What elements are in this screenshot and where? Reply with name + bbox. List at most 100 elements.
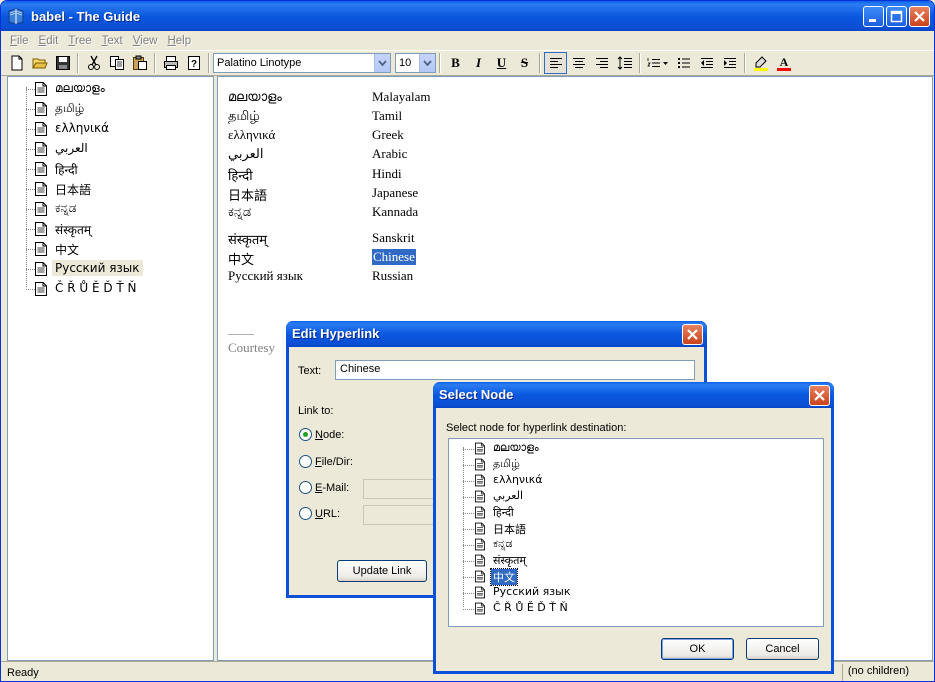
tree-node-label: हिन्दी — [55, 163, 78, 177]
highlight-button[interactable] — [749, 52, 772, 74]
close-button[interactable] — [682, 324, 703, 345]
document-icon — [475, 442, 485, 455]
increase-indent-button[interactable] — [718, 52, 741, 74]
underline-button[interactable]: U — [490, 52, 513, 74]
link-text-input[interactable]: Chinese — [335, 360, 695, 380]
node-list-item[interactable]: ಕನ್ನಡ — [449, 537, 749, 553]
tree-node[interactable]: 中文 — [8, 239, 208, 259]
new-button[interactable] — [5, 52, 28, 74]
node-list-label: தமிழ் — [493, 457, 520, 470]
print-button[interactable] — [159, 52, 182, 74]
tree-node[interactable]: संस्कृतम् — [8, 219, 208, 239]
language-row: മലയാളം Malayalam — [228, 89, 628, 107]
save-button[interactable] — [51, 52, 74, 74]
tree-view[interactable]: മലയാളം தமிழ் ελληνικά العربي हिन्दी 日本語 ಕನ್ನಡ स… — [7, 76, 214, 661]
node-list-item[interactable]: 中文 — [449, 568, 749, 586]
line-spacing-button[interactable] — [613, 52, 636, 74]
email-field[interactable] — [363, 479, 438, 499]
copy-icon — [109, 56, 124, 70]
node-list-item[interactable]: ελληνικά — [449, 473, 749, 489]
tree-connector — [463, 609, 474, 610]
align-left-button[interactable] — [544, 52, 567, 74]
open-folder-icon — [31, 58, 48, 69]
help-button[interactable]: ? — [182, 52, 205, 74]
radio-node[interactable]: Node: — [299, 428, 344, 441]
indent-icon — [723, 58, 736, 68]
node-list-item[interactable]: العربي — [449, 489, 749, 505]
ok-button[interactable]: OK — [661, 638, 734, 660]
node-list-item[interactable]: Русский язык — [449, 585, 749, 601]
node-list-item[interactable]: हिन्दी — [449, 505, 749, 521]
menu-help[interactable]: Help — [162, 35, 196, 47]
update-link-button[interactable]: Update Link — [337, 560, 427, 582]
tree-node[interactable]: മലയാളം — [8, 79, 208, 99]
english-name: Tamil — [372, 108, 403, 123]
tree-node[interactable]: Č Ř Ů Ě Ď Ť Ň — [8, 279, 208, 299]
menu-edit[interactable]: Edit — [34, 35, 64, 47]
close-icon — [914, 11, 925, 22]
status-text: Ready — [7, 666, 39, 679]
tree-node[interactable]: العربي — [8, 139, 208, 159]
document-icon — [475, 522, 485, 535]
numbered-list-button[interactable] — [644, 52, 672, 74]
open-button[interactable] — [28, 52, 51, 74]
tree-connector — [26, 249, 35, 250]
close-button[interactable] — [909, 6, 930, 27]
url-field[interactable] — [363, 505, 438, 525]
dialog-title-bar[interactable]: Edit Hyperlink — [286, 321, 707, 347]
minimize-button[interactable] — [863, 6, 884, 27]
paste-button[interactable] — [128, 52, 151, 74]
node-tree[interactable]: മലയാളം தமிழ் ελληνικά العربي हिन्दी 日本語 ಕನ್ನಡ स… — [448, 438, 824, 627]
bullet-list-icon — [677, 58, 690, 68]
tree-node[interactable]: ಕನ್ನಡ — [8, 199, 208, 219]
align-left-icon — [549, 58, 562, 68]
radio-icon — [299, 481, 312, 494]
italic-button[interactable]: I — [467, 52, 490, 74]
node-list-item[interactable]: മലയാളം — [449, 441, 749, 457]
menu-text[interactable]: Text — [97, 35, 128, 47]
radio-file-dir[interactable]: File/Dir: — [299, 455, 353, 468]
paste-clipboard-icon — [132, 55, 147, 70]
radio-email[interactable]: E-Mail: — [299, 481, 349, 494]
document-icon — [35, 142, 47, 156]
decrease-indent-button[interactable] — [695, 52, 718, 74]
bullet-list-button[interactable] — [672, 52, 695, 74]
menu-view[interactable]: View — [128, 35, 163, 47]
title-bar[interactable]: babel - The Guide — [1, 1, 934, 31]
align-right-button[interactable] — [590, 52, 613, 74]
tree-node[interactable]: Русский язык — [8, 259, 208, 279]
tree-node[interactable]: 日本語 — [8, 179, 208, 199]
document-icon — [475, 554, 485, 567]
close-button[interactable] — [809, 385, 830, 406]
tree-node[interactable]: தமிழ் — [8, 99, 208, 119]
menu-file[interactable]: File — [5, 35, 34, 47]
maximize-button[interactable] — [886, 6, 907, 27]
tree-node[interactable]: हिन्दी — [8, 159, 208, 179]
font-name-select[interactable]: Palatino Linotype — [213, 53, 391, 73]
node-list-item[interactable]: தமிழ் — [449, 457, 749, 473]
strikethrough-button[interactable]: S — [513, 52, 536, 74]
node-list-item[interactable]: संस्कृतम् — [449, 553, 749, 569]
copy-button[interactable] — [105, 52, 128, 74]
align-center-button[interactable] — [567, 52, 590, 74]
bold-button[interactable]: B — [444, 52, 467, 74]
native-name: ελληνικά — [228, 127, 276, 142]
document-icon — [475, 602, 485, 615]
chevron-down-icon[interactable] — [419, 54, 435, 72]
status-children: (no children) — [841, 664, 914, 681]
cut-button[interactable] — [82, 52, 105, 74]
help-question-icon: ? — [187, 56, 200, 70]
scissors-icon — [87, 55, 100, 70]
node-list-item[interactable]: Č Ř Ů Ě Ď Ť Ň — [449, 601, 749, 617]
chevron-down-icon[interactable] — [374, 54, 390, 72]
node-list-item[interactable]: 日本語 — [449, 521, 749, 537]
font-color-button[interactable]: A — [772, 52, 795, 74]
cancel-button[interactable]: Cancel — [746, 638, 819, 660]
tree-node[interactable]: ελληνικά — [8, 119, 208, 139]
font-size-select[interactable]: 10 — [395, 53, 436, 73]
menu-tree[interactable]: Tree — [63, 35, 96, 47]
select-node-prompt: Select node for hyperlink destination: — [446, 422, 627, 434]
close-icon — [814, 390, 825, 401]
radio-url[interactable]: URL: — [299, 507, 340, 520]
dialog-title-bar[interactable]: Select Node — [433, 382, 834, 408]
